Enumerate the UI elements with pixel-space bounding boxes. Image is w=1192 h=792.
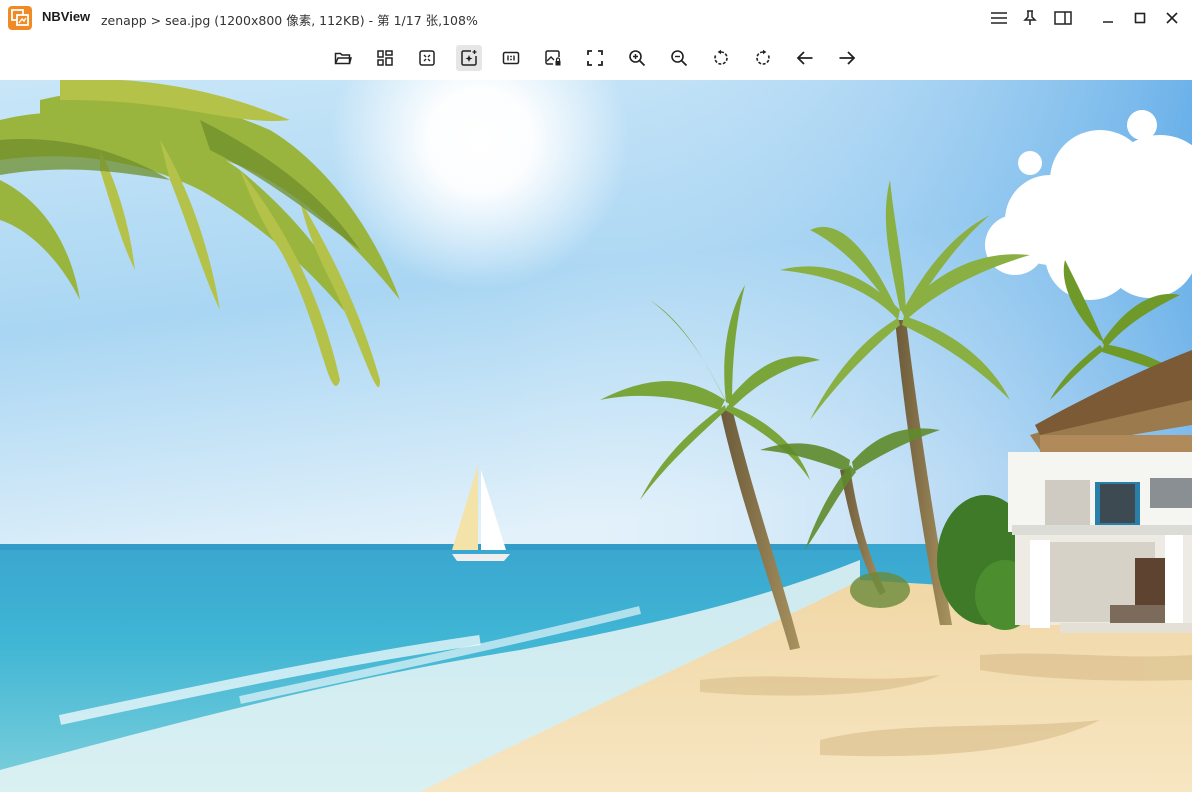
rotate-left-icon[interactable] [708, 45, 734, 71]
open-folder-icon[interactable] [330, 45, 356, 71]
zoom-in-icon[interactable] [624, 45, 650, 71]
thumbnails-icon[interactable] [372, 45, 398, 71]
fit-to-window-icon[interactable] [414, 45, 440, 71]
app-name: NBView [42, 9, 91, 24]
title-bar: NBView zenapp > sea.jpg (1200x800 像素, 11… [0, 0, 1192, 36]
maximize-icon[interactable] [1129, 8, 1151, 28]
window-title: zenapp > sea.jpg (1200x800 像素, 112KB) - … [101, 13, 478, 28]
previous-image-icon[interactable] [792, 45, 818, 71]
fullscreen-icon[interactable] [582, 45, 608, 71]
image-edit-icon[interactable] [540, 45, 566, 71]
toolbar [0, 36, 1192, 80]
minimize-icon[interactable] [1097, 8, 1119, 28]
zoom-out-icon[interactable] [666, 45, 692, 71]
close-icon[interactable] [1161, 8, 1183, 28]
app-logo-icon [8, 6, 32, 30]
image-viewer-canvas[interactable] [0, 80, 1192, 792]
menu-icon[interactable] [988, 8, 1010, 28]
rotate-right-icon[interactable] [750, 45, 776, 71]
beach-photo [0, 80, 1192, 792]
pin-icon[interactable] [1019, 8, 1041, 28]
auto-enhance-icon[interactable] [456, 45, 482, 71]
sidebar-toggle-icon[interactable] [1052, 8, 1074, 28]
actual-size-icon[interactable] [498, 45, 524, 71]
next-image-icon[interactable] [834, 45, 860, 71]
